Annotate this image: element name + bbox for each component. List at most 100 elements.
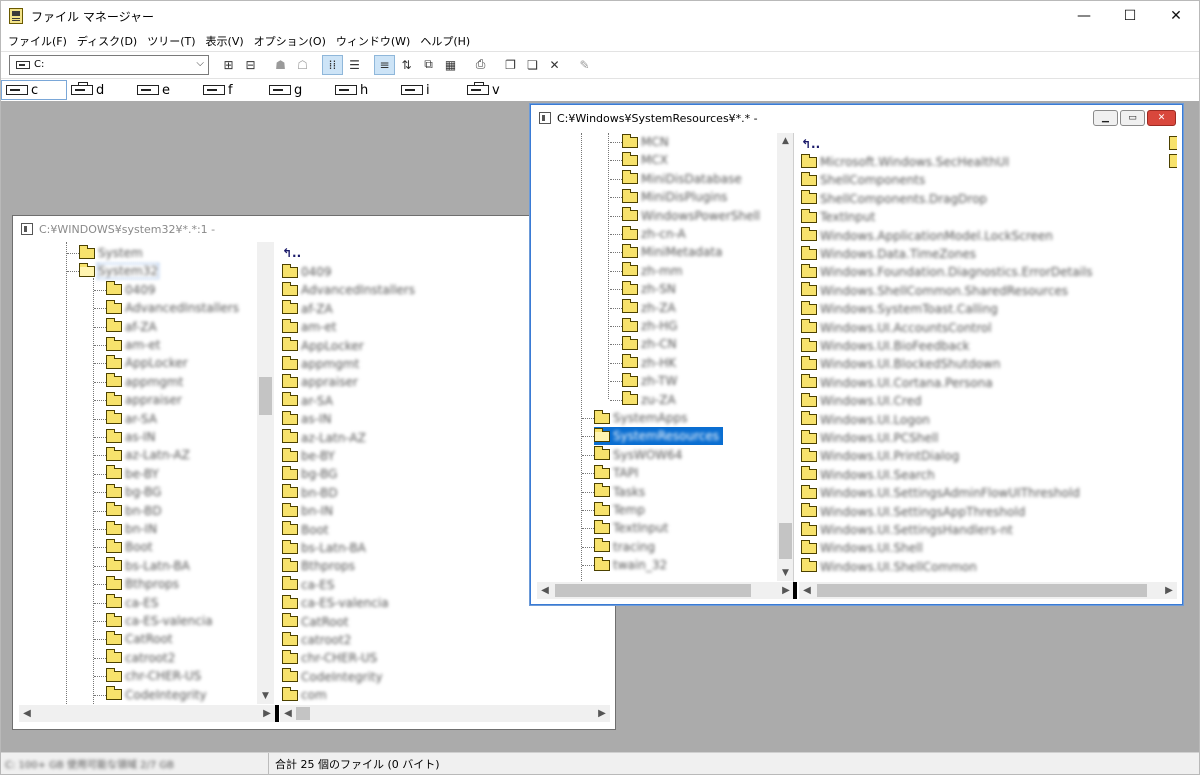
tree-item[interactable]: zu-ZA xyxy=(610,391,676,409)
large-icons-button[interactable]: ⁞⁞ xyxy=(322,54,343,75)
menu-options[interactable]: オプション(O) xyxy=(249,33,331,49)
file-item[interactable]: bn-IN xyxy=(282,502,333,520)
drive-g-button[interactable]: g xyxy=(265,80,331,100)
tree-horizontal-scrollbar[interactable]: ◀ ▶ xyxy=(19,705,275,722)
paste-button[interactable]: ❏ xyxy=(522,55,543,75)
file-item[interactable]: CodeIntegrity xyxy=(282,668,383,686)
tree-item[interactable]: zh-ZA xyxy=(610,299,676,317)
parent-dir-row[interactable]: ↰.. xyxy=(801,135,824,153)
tree-item[interactable]: Temp xyxy=(582,501,645,519)
menu-file[interactable]: ファイル(F) xyxy=(3,33,72,49)
file-item[interactable]: CatRoot xyxy=(282,613,349,631)
file-item[interactable]: Windows.UI.Search xyxy=(801,466,935,484)
file-list-pane[interactable]: ↰.. Microsoft.Windows.SecHealthUI ShellCo… xyxy=(799,133,1177,581)
menu-window[interactable]: ウィンドウ(W) xyxy=(331,33,415,49)
file-item[interactable]: Bthprops xyxy=(282,557,355,575)
tree-item[interactable]: SysWOW64 xyxy=(582,446,682,464)
list-view-button[interactable]: ☰ xyxy=(344,55,365,75)
menu-view[interactable]: 表示(V) xyxy=(201,33,249,49)
file-item[interactable]: Windows.UI.SettingsHandlers-nt xyxy=(801,521,1013,539)
file-item[interactable]: appmgmt xyxy=(282,355,359,373)
child-title-bar[interactable]: C:¥WINDOWS¥system32¥*.*:1 - xyxy=(13,216,615,242)
drive-h-button[interactable]: h xyxy=(331,80,397,100)
file-horizontal-scrollbar[interactable]: ◀ ▶ xyxy=(799,582,1177,599)
tree-item[interactable]: System32 xyxy=(67,262,160,280)
child-restore-button[interactable]: ▭ xyxy=(1120,110,1145,126)
drive-e-button[interactable]: e xyxy=(133,80,199,100)
scroll-right-arrow[interactable]: ▶ xyxy=(259,705,275,722)
file-item[interactable]: az-Latn-AZ xyxy=(282,429,366,447)
copy-disk-button[interactable]: ⧉ xyxy=(418,55,439,75)
tree-item[interactable]: ar-SA xyxy=(94,410,157,428)
tree-item[interactable]: MiniDisPlugins xyxy=(610,188,727,206)
tree-item[interactable]: appraiser xyxy=(94,391,182,409)
file-item[interactable]: ShellComponents.DragDrop xyxy=(801,190,987,208)
scroll-left-arrow[interactable]: ◀ xyxy=(537,582,553,599)
tree-item[interactable]: am-et xyxy=(94,336,160,354)
tree-item[interactable]: MiniMetadata xyxy=(610,243,722,261)
scroll-thumb[interactable] xyxy=(779,523,792,559)
file-item[interactable]: ca-ES xyxy=(282,576,334,594)
file-item[interactable]: Windows.ShellCommon.SharedResources xyxy=(801,282,1068,300)
tree-item[interactable]: AdvancedInstallers xyxy=(94,299,239,317)
tree-item[interactable]: Tasks xyxy=(582,483,645,501)
scroll-thumb[interactable] xyxy=(296,707,310,720)
child-title-bar[interactable]: C:¥Windows¥SystemResources¥*.* - ▁ ▭ ✕ xyxy=(531,105,1182,131)
sort-by-name-button[interactable]: ⇅ xyxy=(396,55,417,75)
tree-item[interactable]: SystemResources xyxy=(582,427,724,446)
file-item[interactable]: Windows.UI.BlockedShutdown xyxy=(801,355,1000,373)
file-item[interactable]: Windows.UI.Shell xyxy=(801,539,923,557)
file-item[interactable]: AppLocker xyxy=(282,337,364,355)
tree-item[interactable]: bn-BD xyxy=(94,502,162,520)
tree-item[interactable]: Boot xyxy=(94,538,153,556)
tree-item[interactable]: catroot2 xyxy=(94,649,175,667)
file-item[interactable]: chr-CHER-US xyxy=(282,649,377,667)
file-horizontal-scrollbar[interactable]: ◀ ▶ xyxy=(280,705,610,722)
file-item[interactable]: Boot xyxy=(282,521,329,539)
child-minimize-button[interactable]: ▁ xyxy=(1093,110,1118,126)
file-item[interactable]: bg-BG xyxy=(282,465,337,483)
file-item[interactable]: am-et xyxy=(282,318,336,336)
tree-item[interactable]: chr-CHER-US xyxy=(94,667,201,685)
scroll-left-arrow[interactable]: ◀ xyxy=(799,582,815,599)
tree-vertical-scrollbar[interactable]: ▼ xyxy=(257,242,274,704)
file-item[interactable]: Windows.UI.SettingsAppThreshold xyxy=(801,503,1025,521)
tree-item[interactable]: zh-CN xyxy=(610,335,677,353)
tree-item[interactable]: MCX xyxy=(610,151,668,169)
file-item[interactable]: Windows.ApplicationModel.LockScreen xyxy=(801,227,1053,245)
file-item[interactable]: as-IN xyxy=(282,410,331,428)
drive-i-button[interactable]: i xyxy=(397,80,463,100)
file-item[interactable]: ca-ES-valencia xyxy=(282,594,389,612)
file-item[interactable]: ShellComponents xyxy=(801,171,925,189)
connect-drive-button[interactable]: ⊞ xyxy=(218,55,239,75)
tree-item[interactable]: 0409 xyxy=(94,281,156,299)
stop-share-button[interactable]: ☖ xyxy=(292,55,313,75)
tree-item[interactable]: zh-cn-A xyxy=(610,225,686,243)
tree-pane[interactable]: System System32 0409 AdvancedInstallers af-Z… xyxy=(19,242,275,704)
directory-window-system32[interactable]: C:¥WINDOWS¥system32¥*.*:1 - System System… xyxy=(12,215,616,730)
pane-splitter-handle[interactable] xyxy=(793,582,797,599)
tree-item[interactable]: zh-HK xyxy=(610,354,676,372)
tree-item[interactable]: ca-ES xyxy=(94,594,158,612)
file-item[interactable]: Windows.UI.BioFeedback xyxy=(801,337,970,355)
tree-item[interactable]: as-IN xyxy=(94,428,155,446)
scroll-down-arrow[interactable]: ▼ xyxy=(777,565,794,581)
file-item[interactable]: appraiser xyxy=(282,373,358,391)
tree-item[interactable]: TAPI xyxy=(582,464,638,482)
menu-help[interactable]: ヘルプ(H) xyxy=(415,33,475,49)
parent-dir-row[interactable]: ↰.. xyxy=(282,244,305,262)
tree-item[interactable]: zh-HG xyxy=(610,317,678,335)
tree-item[interactable]: MiniDisDatabase xyxy=(610,170,742,188)
tree-horizontal-scrollbar[interactable]: ◀ ▶ xyxy=(537,582,794,599)
directory-window-systemresources[interactable]: C:¥Windows¥SystemResources¥*.* - ▁ ▭ ✕ M… xyxy=(530,104,1183,605)
scroll-left-arrow[interactable]: ◀ xyxy=(280,705,296,722)
scroll-right-arrow[interactable]: ▶ xyxy=(778,582,794,599)
scroll-down-arrow[interactable]: ▼ xyxy=(257,688,274,704)
file-item[interactable]: 0409 xyxy=(282,263,332,281)
date-sort-button[interactable]: ▦ xyxy=(440,55,461,75)
tree-item[interactable]: az-Latn-AZ xyxy=(94,446,190,464)
tree-item[interactable]: appmgmt xyxy=(94,373,183,391)
disconnect-drive-button[interactable]: ⊟ xyxy=(240,55,261,75)
pane-splitter[interactable] xyxy=(793,133,797,599)
file-item[interactable]: Windows.UI.PrintDialog xyxy=(801,447,959,465)
